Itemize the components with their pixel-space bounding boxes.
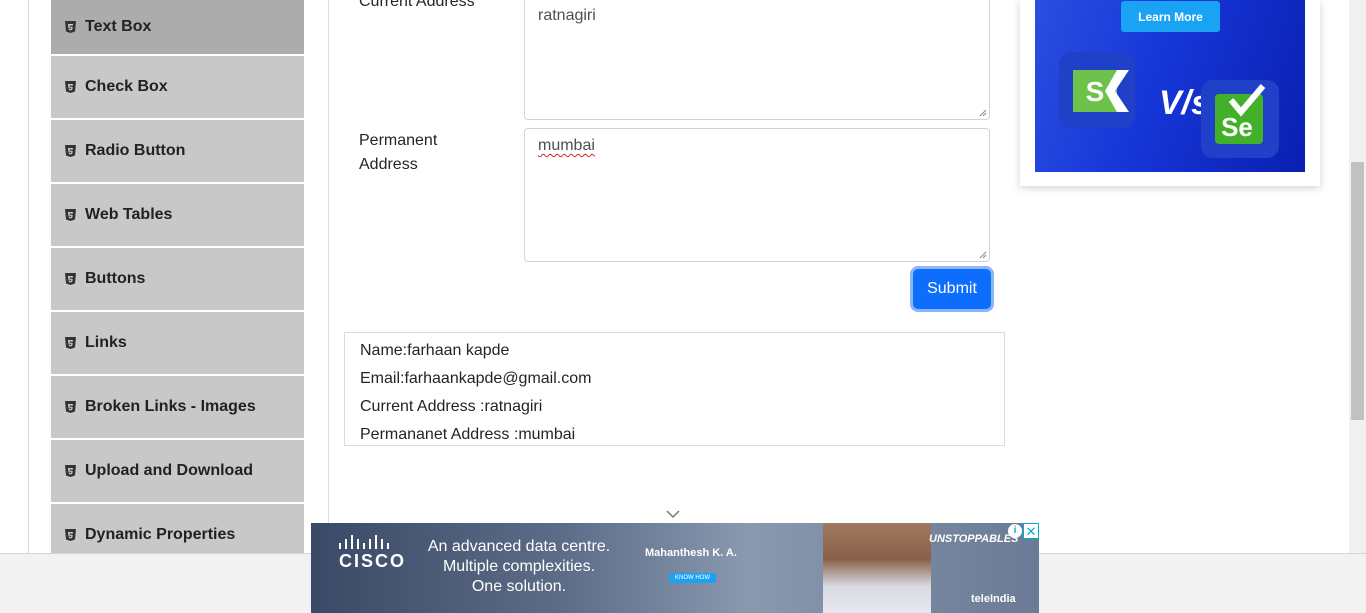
sidebar-item-label: Links xyxy=(85,334,127,351)
katalon-logo-tile: S xyxy=(1059,52,1135,128)
html5-icon xyxy=(65,209,76,221)
html5-icon xyxy=(65,401,76,413)
current-address-field[interactable]: ratnagiri xyxy=(524,0,990,120)
sidebar-item-check-box[interactable]: Check Box xyxy=(51,56,304,118)
permanent-address-label: Permanent Address xyxy=(359,132,438,173)
sidebar: Text Box Check Box Radio Button Web Tabl… xyxy=(51,0,304,568)
output-email: Email:farhaankapde@gmail.com xyxy=(360,370,592,387)
sidebar-advertisement[interactable]: Learn More S V/s Se xyxy=(1020,0,1320,186)
sidebar-item-label: Web Tables xyxy=(85,206,173,223)
html5-icon xyxy=(65,81,76,93)
resize-grip-icon[interactable] xyxy=(979,251,987,259)
output-permanent-address: Permananet Address :mumbai xyxy=(360,426,576,443)
ad-person-name: Mahanthesh K. A. xyxy=(645,547,737,559)
sidebar-item-label: Check Box xyxy=(85,78,168,95)
ad-info-icon[interactable]: i xyxy=(1008,524,1022,538)
html5-icon xyxy=(65,21,76,33)
sidebar-item-label: Upload and Download xyxy=(85,462,253,479)
html5-icon xyxy=(65,145,76,157)
permanent-address-field[interactable]: mumbai xyxy=(524,128,990,262)
html5-icon xyxy=(65,273,76,285)
sidebar-item-web-tables[interactable]: Web Tables xyxy=(51,184,304,246)
permanent-address-value: mumbai xyxy=(538,137,595,154)
learn-more-button[interactable]: Learn More xyxy=(1121,1,1220,32)
katalon-logo-icon: S xyxy=(1073,70,1129,112)
svg-text:S: S xyxy=(1086,76,1105,107)
ad-partner-logo: teleIndia xyxy=(971,593,1016,605)
sidebar-item-links[interactable]: Links xyxy=(51,312,304,374)
scrollbar-thumb[interactable] xyxy=(1351,162,1364,420)
bottom-advertisement[interactable]: CISCO An advanced data centre. Multiple … xyxy=(311,523,1039,613)
submit-button[interactable]: Submit xyxy=(913,269,991,309)
cisco-wordmark: CISCO xyxy=(339,551,407,571)
html5-icon xyxy=(65,337,76,349)
output-panel: Name:farhaan kapde Email:farhaankapde@gm… xyxy=(344,332,1005,446)
output-name: Name:farhaan kapde xyxy=(360,342,510,359)
html5-icon xyxy=(65,465,76,477)
sidebar-item-broken-links[interactable]: Broken Links - Images xyxy=(51,376,304,438)
content-divider xyxy=(328,0,329,553)
current-address-value: ratnagiri xyxy=(538,7,596,24)
selenium-logo-tile: Se xyxy=(1201,80,1279,158)
ad-campaign-logo: UNSTOPPABLES xyxy=(929,533,1019,545)
sidebar-item-label: Broken Links - Images xyxy=(85,398,256,415)
html5-icon xyxy=(65,529,76,541)
selenium-logo-icon: Se xyxy=(1215,84,1266,144)
know-how-button[interactable]: KNOW HOW xyxy=(669,573,716,583)
sidebar-item-text-box[interactable]: Text Box xyxy=(51,0,304,54)
page: Text Box Check Box Radio Button Web Tabl… xyxy=(0,0,1366,613)
sidebar-item-radio-button[interactable]: Radio Button xyxy=(51,120,304,182)
sidebar-item-label: Radio Button xyxy=(85,142,186,159)
resize-grip-icon[interactable] xyxy=(979,109,987,117)
output-current-address: Current Address :ratnagiri xyxy=(360,398,543,415)
current-address-label: Current Address xyxy=(359,0,475,10)
sidebar-item-label: Buttons xyxy=(85,270,146,287)
ad-banner-image: Learn More S V/s Se xyxy=(1035,0,1305,172)
svg-text:Se: Se xyxy=(1221,112,1253,142)
ad-tagline: An advanced data centre. Multiple comple… xyxy=(427,538,611,595)
chevron-down-icon[interactable] xyxy=(666,510,680,519)
sidebar-item-label: Text Box xyxy=(85,18,152,35)
ad-person-photo xyxy=(823,523,931,613)
left-divider xyxy=(28,0,29,553)
sidebar-item-upload-download[interactable]: Upload and Download xyxy=(51,440,304,502)
sidebar-item-label: Dynamic Properties xyxy=(85,526,236,543)
ad-close-icon[interactable]: ✕ xyxy=(1023,523,1039,539)
cisco-logo-icon xyxy=(339,535,389,549)
sidebar-item-buttons[interactable]: Buttons xyxy=(51,248,304,310)
